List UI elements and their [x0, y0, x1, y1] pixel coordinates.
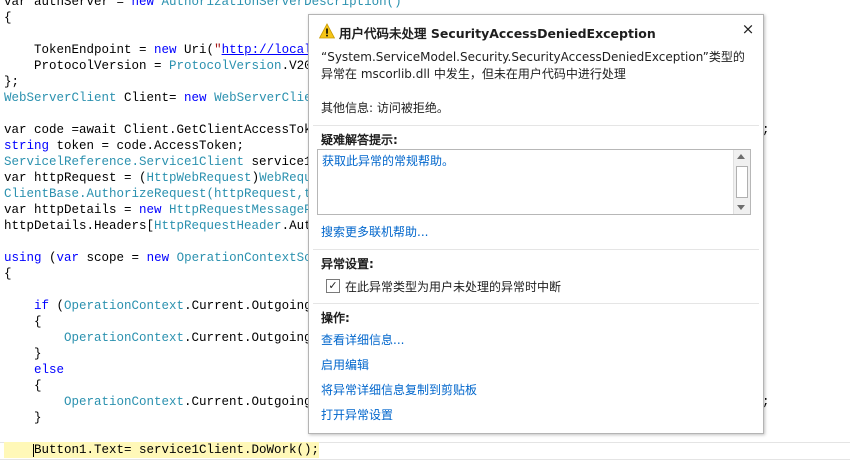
divider	[313, 249, 759, 250]
code-line: string token = code.AccessToken;	[4, 139, 245, 153]
code-line: WebServerClient Client= new WebServerCli…	[4, 91, 327, 105]
current-statement-line: Button1.Text= service1Client.DoWork();	[4, 442, 320, 458]
divider	[313, 125, 759, 126]
code-line: var httpDetails = new HttpRequestMessage…	[4, 203, 342, 217]
code-line: };	[4, 75, 20, 89]
exception-title: 用户代码未处理 SecurityAccessDeniedException	[339, 26, 656, 41]
code-line: {	[4, 267, 12, 281]
tips-list-box[interactable]: 获取此异常的常规帮助。	[317, 149, 751, 215]
tips-scrollbar[interactable]	[733, 150, 750, 214]
code-line: {	[4, 315, 42, 329]
open-exception-settings-link[interactable]: 打开异常设置	[321, 406, 393, 423]
code-line: ProtocolVersion = ProtocolVersion.V20	[4, 59, 312, 73]
search-online-help-link[interactable]: 搜索更多联机帮助...	[321, 223, 428, 240]
code-line: using (var scope = new OperationContextS…	[4, 251, 335, 265]
exception-message: “System.ServiceModel.Security.SecurityAc…	[321, 50, 745, 81]
code-line: TokenEndpoint = new Uri("http://localhos…	[4, 43, 342, 57]
code-line: OperationContext.Current.OutgoingMes;	[4, 395, 770, 409]
additional-info: 其他信息: 访问被拒绝。	[321, 101, 449, 115]
code-line: if (OperationContext.Current.OutgoingMes…	[4, 299, 342, 313]
scroll-down-icon[interactable]	[737, 205, 745, 210]
code-line: ClientBase.AuthorizeRequest(httpRequest,…	[4, 187, 335, 201]
view-details-link[interactable]: 查看详细信息...	[321, 331, 404, 348]
code-line: var authServer = new AuthorizationServer…	[4, 0, 402, 9]
break-on-exception-checkbox[interactable]: ✓	[326, 279, 340, 293]
break-on-exception-label[interactable]: 在此异常类型为用户未处理的异常时中断	[345, 278, 561, 295]
exception-helper-popup: 用户代码未处理 SecurityAccessDeniedException × …	[308, 14, 764, 434]
code-line: else	[4, 363, 65, 377]
code-line: var code =await Client.GetClientAccessTo…	[4, 123, 770, 137]
code-line: }	[4, 411, 42, 425]
code-line: OperationContext.Current.OutgoingMes	[4, 331, 335, 345]
exception-settings-heading: 异常设置:	[321, 257, 374, 271]
code-line: ServicelReference.Service1Client service…	[4, 155, 335, 169]
scroll-thumb[interactable]	[736, 166, 748, 198]
warning-icon	[319, 23, 335, 39]
enable-editing-link[interactable]: 启用编辑	[321, 356, 369, 373]
code-line: var httpRequest = (HttpWebRequest)WebReq…	[4, 171, 335, 185]
actions-heading: 操作:	[321, 311, 350, 325]
general-help-link[interactable]: 获取此异常的常规帮助。	[322, 152, 454, 169]
code-line: {	[4, 11, 12, 25]
divider	[313, 303, 759, 304]
tips-heading: 疑难解答提示:	[321, 133, 398, 147]
code-line: }	[4, 347, 42, 361]
code-line: httpDetails.Headers[HttpRequestHeader.Au…	[4, 219, 334, 233]
text-caret	[33, 444, 34, 457]
close-button[interactable]: ×	[739, 19, 757, 39]
copy-details-link[interactable]: 将异常详细信息复制到剪贴板	[321, 381, 477, 398]
scroll-up-icon[interactable]	[737, 154, 745, 159]
code-line: {	[4, 379, 42, 393]
